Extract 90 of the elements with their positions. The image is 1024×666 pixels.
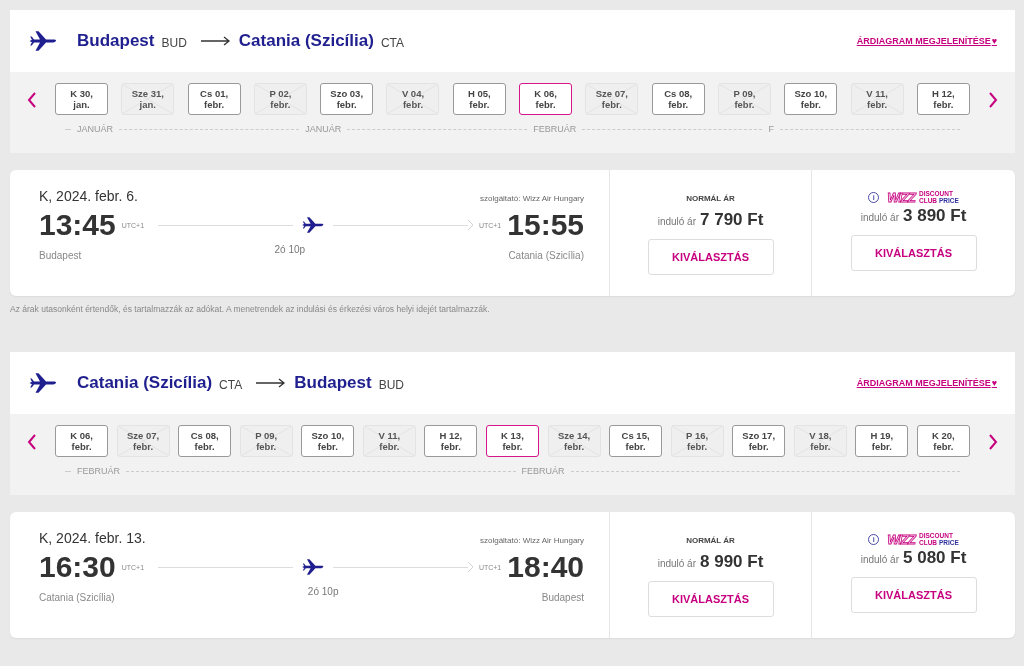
month-label: F <box>768 124 774 134</box>
chevron-icon <box>467 219 473 231</box>
date-tile[interactable]: H 19, febr. <box>855 425 909 457</box>
next-icon[interactable] <box>988 434 998 450</box>
previous-icon[interactable] <box>27 92 37 108</box>
fare-title: NORMÁL ÁR <box>686 194 735 205</box>
select-button[interactable]: KIVÁLASZTÁS <box>647 581 774 617</box>
date-tile[interactable]: Sze 07, febr. <box>585 83 639 115</box>
fare-price: 5 080 Ft <box>903 548 967 568</box>
price-chart-link[interactable]: ÁRDIAGRAM MEGJELENÍTÉSE♥ <box>856 36 997 46</box>
date-tile[interactable]: P 09, febr. <box>239 425 293 457</box>
price-prefix: induló ár <box>657 558 696 569</box>
date-tile[interactable]: V 11, febr. <box>850 83 904 115</box>
month-label: FEBRUÁR <box>521 466 565 476</box>
month-label: FEBRUÁR <box>77 466 120 476</box>
date-tile[interactable]: Sze 14, febr. <box>547 425 601 457</box>
date-tile[interactable]: V 11, febr. <box>362 425 416 457</box>
date-tile[interactable]: Cs 08, febr. <box>651 83 705 115</box>
date-tile[interactable]: K 30, jan. <box>55 83 108 115</box>
disclaimer-text: Az árak utasonként értendők, és tartalmazzák az adókat. A menetrendek az indulási és érkezési város helyi idejét tartalmazzák. <box>10 304 491 314</box>
arrival-city: Catania (Szicília) <box>508 250 584 261</box>
date-tile[interactable]: K 13, febr. <box>485 425 539 457</box>
arrival-city: Budapest <box>541 592 584 603</box>
price-prefix: induló ár <box>860 554 899 565</box>
date-tile[interactable]: Sze 31, jan. <box>121 83 175 115</box>
arrow-icon <box>256 377 287 389</box>
flight-duration: 2ó 10p <box>307 586 339 597</box>
operator-text: szolgáltató: Wizz Air Hungary <box>479 194 584 203</box>
date-tile[interactable]: H 12, febr. <box>916 83 970 115</box>
date-tile[interactable]: V 04, febr. <box>386 83 440 115</box>
flight-duration: 2ó 10p <box>274 244 306 255</box>
operator-text: szolgáltató: Wizz Air Hungary <box>479 536 584 545</box>
fare-price: 7 790 Ft <box>700 210 764 230</box>
origin-code: BUD <box>161 35 187 50</box>
destination-code: CTA <box>380 35 405 50</box>
date-tile[interactable]: H 12, febr. <box>424 425 478 457</box>
date-tile[interactable]: Szo 10, febr. <box>784 83 838 115</box>
departure-city: Budapest <box>39 250 82 261</box>
departure-time: 16:30 <box>39 550 116 584</box>
date-tile[interactable]: Cs 01, febr. <box>187 83 241 115</box>
departure-city: Catania (Szicília) <box>39 592 115 603</box>
previous-icon[interactable] <box>27 434 37 450</box>
airplane-icon <box>301 215 325 235</box>
airplane-icon <box>28 29 58 53</box>
heart-icon: ♥ <box>991 378 997 388</box>
airplane-icon <box>301 557 325 577</box>
departure-time: 13:45 <box>39 208 116 242</box>
flight-date: K, 2024. febr. 13. <box>39 530 146 546</box>
chevron-icon <box>467 561 473 573</box>
brand-logo: WIZZ <box>887 531 915 547</box>
month-label: FEBRUÁR <box>533 124 577 134</box>
origin-city: Budapest <box>77 31 155 51</box>
select-button[interactable]: KIVÁLASZTÁS <box>850 235 977 271</box>
destination-city: Budapest <box>294 373 372 393</box>
date-tile[interactable]: Cs 08, febr. <box>178 425 232 457</box>
month-label: JANUÁR <box>77 124 113 134</box>
fare-price: 3 890 Ft <box>903 206 967 226</box>
date-tile[interactable]: P 09, febr. <box>717 83 771 115</box>
date-tile[interactable]: Szo 03, febr. <box>320 83 374 115</box>
arrival-time: 18:40 <box>507 550 584 584</box>
date-tile[interactable]: K 06, febr. <box>519 83 573 115</box>
date-tile[interactable]: Szo 10, febr. <box>301 425 355 457</box>
date-tile[interactable]: K 20, febr. <box>916 425 970 457</box>
origin-city: Catania (Szicília) <box>77 373 213 393</box>
date-tile[interactable]: Szo 17, febr. <box>732 425 786 457</box>
next-icon[interactable] <box>988 92 998 108</box>
destination-code: BUD <box>378 377 405 392</box>
airplane-icon <box>28 371 58 395</box>
date-tile[interactable]: Cs 15, febr. <box>609 425 663 457</box>
fare-price: 8 990 Ft <box>700 552 764 572</box>
date-tile[interactable]: Sze 07, febr. <box>116 425 170 457</box>
month-label: JANUÁR <box>305 124 342 134</box>
price-prefix: induló ár <box>860 212 899 223</box>
date-tile[interactable]: H 05, febr. <box>452 83 506 115</box>
date-tile[interactable]: V 18, febr. <box>793 425 847 457</box>
date-tile[interactable]: P 02, febr. <box>253 83 307 115</box>
date-tile[interactable]: K 06, febr. <box>55 425 108 457</box>
arrow-icon <box>200 35 231 47</box>
select-button[interactable]: KIVÁLASZTÁS <box>850 577 977 613</box>
arrival-time: 15:55 <box>507 208 584 242</box>
brand-logo: WIZZ <box>887 189 915 205</box>
price-prefix: induló ár <box>657 216 696 227</box>
destination-city: Catania (Szicília) <box>238 31 374 51</box>
date-tile[interactable]: P 16, febr. <box>670 425 724 457</box>
origin-code: CTA <box>219 377 243 392</box>
heart-icon: ♥ <box>991 36 997 46</box>
flight-date: K, 2024. febr. 6. <box>39 188 138 204</box>
fare-title: NORMÁL ÁR <box>686 536 735 547</box>
select-button[interactable]: KIVÁLASZTÁS <box>647 239 774 275</box>
price-chart-link[interactable]: ÁRDIAGRAM MEGJELENÍTÉSE♥ <box>856 378 997 388</box>
